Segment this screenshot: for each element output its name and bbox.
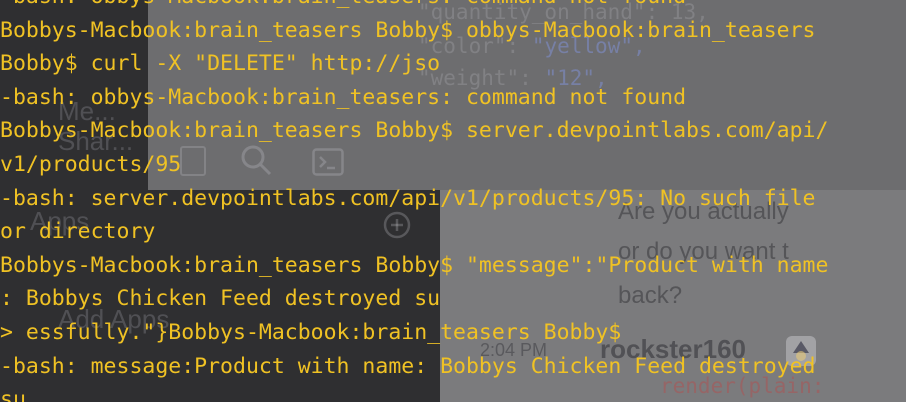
terminal-line: Bobbys-Macbook:brain_teasers Bobby$ obby… [0,17,816,43]
terminal-line: Bobbys-Macbook:brain_teasers Bobby$ serv… [0,118,829,144]
terminal-line: : Bobbys Chicken Feed destroyed su [0,286,441,312]
terminal-line: su [0,387,26,402]
terminal-line: > essfully."}Bobbys-Macbook:brain_teaser… [0,319,622,345]
terminal-line: -bash: server.devpointlabs.com/api/v1/pr… [0,185,816,211]
terminal-screen: "quantity_on_hand": 13, "color": "yellow… [0,0,906,402]
terminal-line: Bobbys-Macbook:brain_teasers Bobby$ "mes… [0,252,829,278]
terminal-output[interactable]: -bash: obbys-Macbook:brain_teasers: comm… [0,0,906,402]
terminal-line: -bash: message:Product with name: Bobbys… [0,353,816,379]
terminal-line: or directory [0,219,156,245]
terminal-line: -bash: obbys-Macbook:brain_teasers: comm… [0,84,687,110]
terminal-line: -bash: obbys-Macbook:brain_teasers: comm… [0,0,906,14]
terminal-line: v1/products/95 [0,151,182,177]
terminal-line: Bobby$ curl -X "DELETE" http://jso [0,51,441,77]
